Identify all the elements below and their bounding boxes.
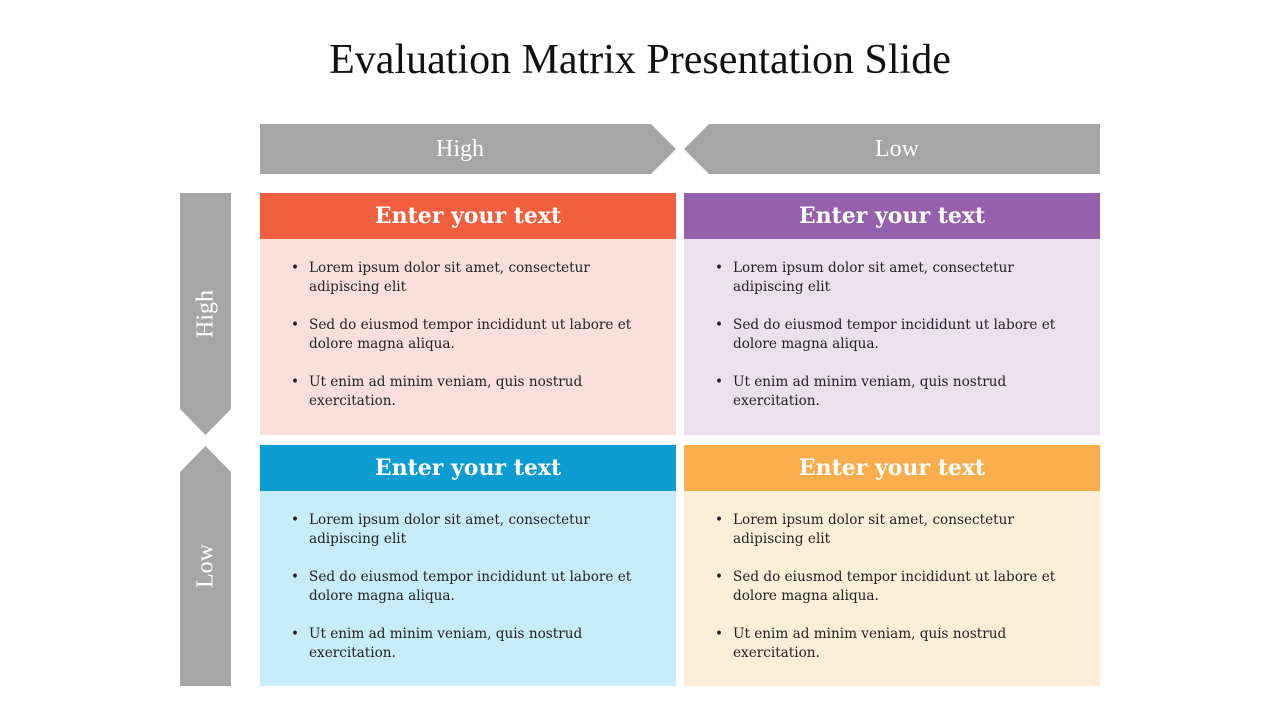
quadrant-low-high: Enter your text Lorem ipsum dolor sit am… bbox=[260, 445, 676, 686]
bullet-list: Lorem ipsum dolor sit amet, consectetur … bbox=[290, 259, 646, 411]
bullet-item: Sed do eiusmod tempor incididunt ut labo… bbox=[291, 568, 646, 606]
bullet-item: Sed do eiusmod tempor incididunt ut labo… bbox=[291, 316, 646, 354]
bullet-list: Lorem ipsum dolor sit amet, consectetur … bbox=[290, 511, 646, 663]
bullet-list: Lorem ipsum dolor sit amet, consectetur … bbox=[714, 511, 1070, 663]
quadrant-high-low: Enter your text Lorem ipsum dolor sit am… bbox=[684, 193, 1100, 435]
side-axis-high-label: High bbox=[192, 290, 218, 338]
bullet-item: Ut enim ad minim veniam, quis nostrud ex… bbox=[291, 625, 646, 663]
top-axis-low-arrow: Low bbox=[684, 124, 1100, 174]
side-axis-low-label: Low bbox=[192, 544, 218, 588]
bullet-item: Lorem ipsum dolor sit amet, consectetur … bbox=[715, 259, 1070, 297]
bullet-item: Ut enim ad minim veniam, quis nostrud ex… bbox=[715, 373, 1070, 411]
bullet-item: Lorem ipsum dolor sit amet, consectetur … bbox=[715, 511, 1070, 549]
bullet-item: Lorem ipsum dolor sit amet, consectetur … bbox=[291, 259, 646, 297]
side-axis-low-arrow: Low bbox=[180, 446, 231, 686]
bullet-item: Sed do eiusmod tempor incididunt ut labo… bbox=[715, 568, 1070, 606]
quadrant-low-low: Enter your text Lorem ipsum dolor sit am… bbox=[684, 445, 1100, 686]
bullet-item: Ut enim ad minim veniam, quis nostrud ex… bbox=[715, 625, 1070, 663]
side-axis-high-arrow: High bbox=[180, 193, 231, 435]
top-axis-high-arrow: High bbox=[260, 124, 676, 174]
quadrant-heading: Enter your text bbox=[260, 445, 676, 491]
top-axis-high-label: High bbox=[436, 135, 484, 162]
top-axis-low-label: Low bbox=[875, 135, 919, 162]
quadrant-body: Lorem ipsum dolor sit amet, consectetur … bbox=[684, 239, 1100, 435]
bullet-list: Lorem ipsum dolor sit amet, consectetur … bbox=[714, 259, 1070, 411]
quadrant-high-high: Enter your text Lorem ipsum dolor sit am… bbox=[260, 193, 676, 435]
quadrant-heading: Enter your text bbox=[684, 193, 1100, 239]
quadrant-body: Lorem ipsum dolor sit amet, consectetur … bbox=[684, 491, 1100, 686]
quadrant-heading: Enter your text bbox=[684, 445, 1100, 491]
slide-title: Evaluation Matrix Presentation Slide bbox=[329, 37, 951, 83]
quadrant-body: Lorem ipsum dolor sit amet, consectetur … bbox=[260, 239, 676, 435]
quadrant-heading: Enter your text bbox=[260, 193, 676, 239]
quadrant-body: Lorem ipsum dolor sit amet, consectetur … bbox=[260, 491, 676, 686]
bullet-item: Ut enim ad minim veniam, quis nostrud ex… bbox=[291, 373, 646, 411]
bullet-item: Lorem ipsum dolor sit amet, consectetur … bbox=[291, 511, 646, 549]
bullet-item: Sed do eiusmod tempor incididunt ut labo… bbox=[715, 316, 1070, 354]
